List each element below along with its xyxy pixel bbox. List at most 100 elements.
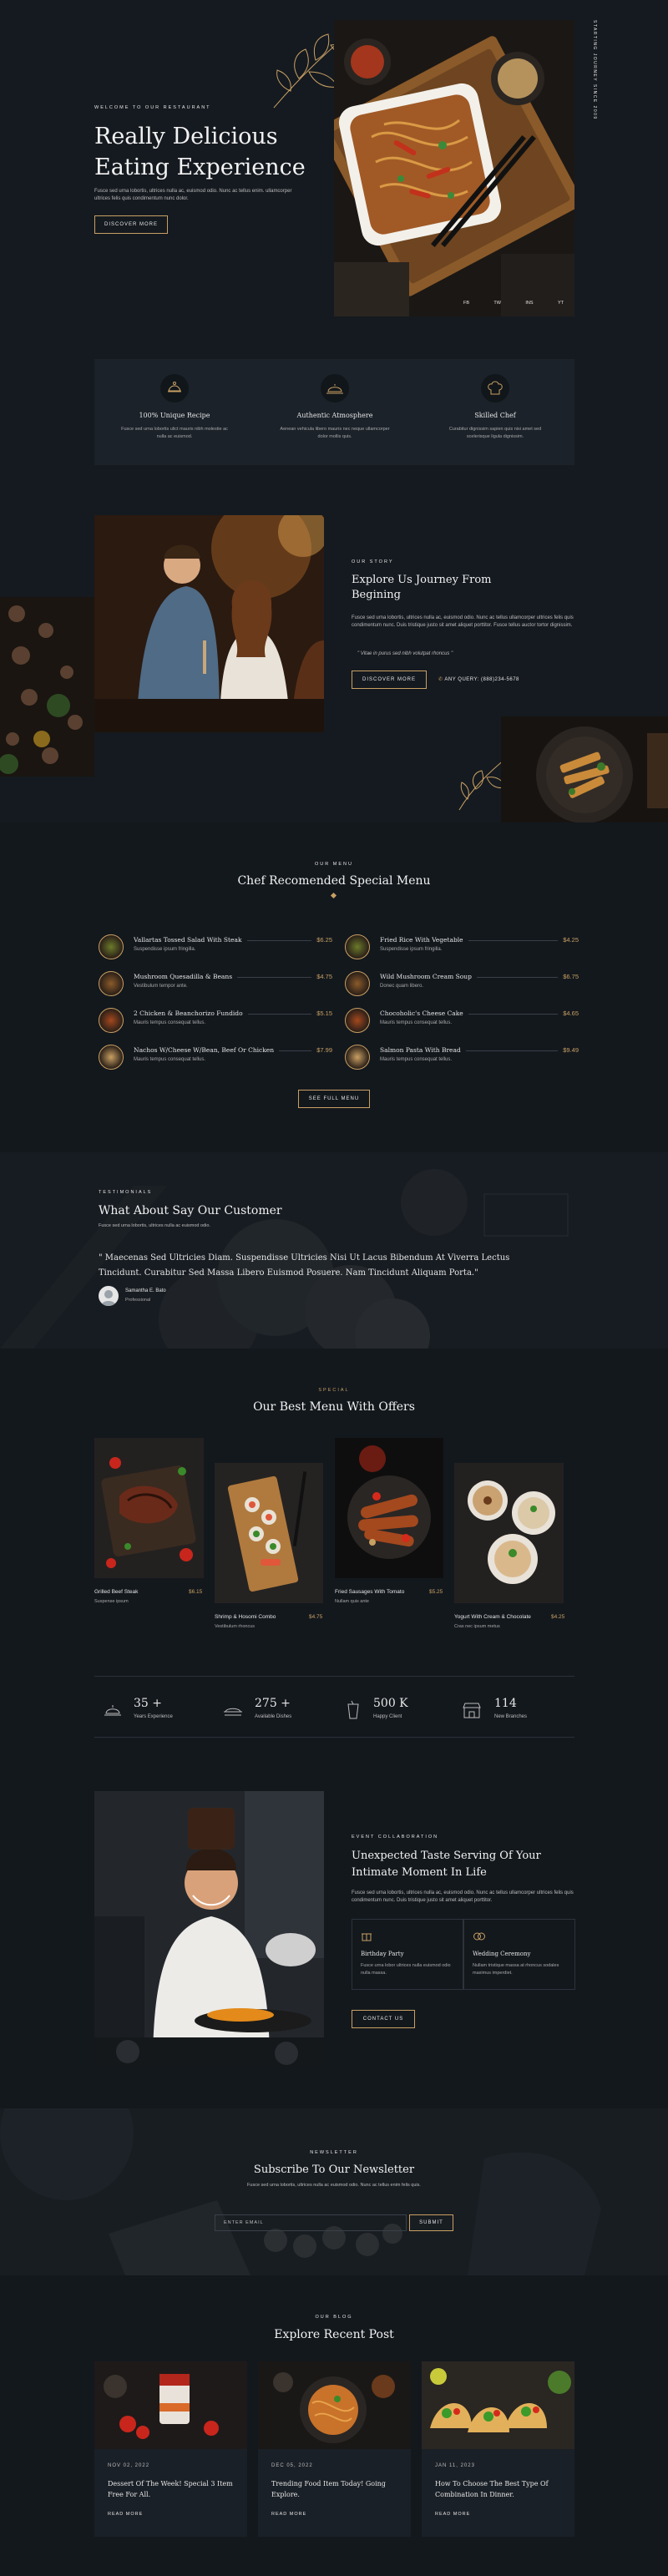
menu-item-price: $7.99 bbox=[316, 1046, 332, 1054]
stats-section: 35 + Years Experience 275 + Available Di… bbox=[0, 1666, 668, 1741]
blog-post-title[interactable]: Trending Food Item Today! Going Explore. bbox=[271, 2478, 397, 2500]
feature-title: Skilled Chef bbox=[474, 412, 516, 419]
menu-item[interactable]: Mushroom Quesadilla & Beans Vestibulum te… bbox=[99, 969, 332, 1003]
menu-item-leader-line bbox=[248, 1014, 311, 1015]
recipe-icon bbox=[160, 374, 189, 402]
event-card-wedding: Wedding Ceremony Nullam tristique massa … bbox=[463, 1919, 575, 1990]
testimonial-role: Professional bbox=[125, 1298, 151, 1303]
menu-item-leader-line bbox=[247, 940, 311, 941]
store-icon bbox=[463, 1703, 481, 1718]
offer-name-text: Grilled Beef Steak bbox=[94, 1589, 139, 1595]
menu-item-thumbnail bbox=[99, 1008, 124, 1033]
story-discover-button[interactable]: DISCOVER MORE bbox=[352, 671, 427, 689]
discover-more-button[interactable]: DISCOVER MORE bbox=[94, 215, 168, 234]
menu-item-name: Salmon Pasta With Bread bbox=[380, 1046, 461, 1054]
blog-card[interactable]: JAN 11, 2023 How To Choose The Best Type… bbox=[422, 2361, 574, 2537]
menu-item-description: Mauris tempus consequat tellus. bbox=[134, 1057, 206, 1062]
menu-item[interactable]: 2 Chicken & Beanchorizo Fundido Mauris te… bbox=[99, 1006, 332, 1040]
menu-item-price: $9.49 bbox=[563, 1046, 579, 1054]
menu-item-name: Fried Rice With Vegetable bbox=[380, 936, 463, 944]
offer-sub-text: Nullam quis ante bbox=[335, 1599, 369, 1604]
menu-item-thumbnail bbox=[345, 934, 370, 959]
offer-name-text: Shrimp & Hosomi Combo bbox=[215, 1614, 276, 1620]
phone-query[interactable]: ✆ ANY QUERY: (888)234-5678 bbox=[438, 676, 519, 682]
blog-card[interactable]: NOV 02, 2022 Dessert Of The Week! Specia… bbox=[94, 2361, 247, 2537]
event-title: Unexpected Taste Serving Of Your Intimat… bbox=[352, 1848, 541, 1881]
menu-item[interactable]: Nachos W/Cheese W/Bean, Beef Or Chicken M… bbox=[99, 1043, 332, 1076]
menu-item[interactable]: Fried Rice With Vegetable Suspendisse ips… bbox=[345, 933, 579, 966]
newsletter-section: NEWSLETTER Subscribe To Our Newsletter F… bbox=[0, 2108, 668, 2275]
menu-item-price: $6.75 bbox=[563, 973, 579, 980]
submit-button[interactable]: SUBMIT bbox=[409, 2214, 453, 2231]
social-link-facebook[interactable]: FB bbox=[463, 301, 469, 306]
offer-sub-text: Suspense ipsum bbox=[94, 1599, 129, 1604]
stat-label: Happy Client bbox=[373, 1714, 402, 1719]
menu-item-thumbnail bbox=[99, 1045, 124, 1070]
menu-item-leader-line bbox=[279, 1050, 311, 1051]
rings-icon bbox=[473, 1930, 486, 1946]
stat-label: Years Experience bbox=[134, 1714, 173, 1719]
blog-post-title[interactable]: How To Choose The Best Type Of Combinati… bbox=[435, 2478, 560, 2500]
offers-title: Our Best Menu With Offers bbox=[253, 1400, 415, 1414]
blog-post-title[interactable]: Dessert Of The Week! Special 3 Item Free… bbox=[108, 2478, 233, 2500]
avatar bbox=[99, 1286, 119, 1306]
blog-image-pasta bbox=[258, 2361, 411, 2449]
blog-image-dessert bbox=[94, 2361, 247, 2449]
offer-image-sausages bbox=[335, 1438, 443, 1578]
feature-description: Aenean vehicula libero mauris nec neque … bbox=[280, 427, 390, 439]
event-card-title: Birthday Party bbox=[361, 1951, 404, 1957]
menu-title: Chef Recomended Special Menu bbox=[237, 874, 431, 888]
menu-item-description: Mauris tempus consequat tellus. bbox=[380, 1057, 453, 1062]
cloche-icon bbox=[321, 374, 349, 402]
social-link-twitter[interactable]: TW bbox=[493, 301, 501, 306]
menu-item[interactable]: Wild Mushroom Cream Soup Donec quam liber… bbox=[345, 969, 579, 1003]
menu-item-leader-line bbox=[468, 940, 558, 941]
offer-price-text: $4.75 bbox=[309, 1614, 323, 1620]
chef-hat-icon bbox=[481, 374, 509, 402]
offer-price-text: $4.25 bbox=[551, 1614, 565, 1620]
social-link-instagram[interactable]: INS bbox=[525, 301, 533, 306]
story-title-line1: Explore Us Journey From bbox=[352, 574, 492, 586]
blog-date: NOV 02, 2022 bbox=[108, 2463, 150, 2468]
social-links: FB TW INS YT bbox=[463, 301, 564, 306]
menu-eyebrow: OUR MENU bbox=[315, 862, 353, 867]
event-card-title: Wedding Ceremony bbox=[473, 1951, 531, 1957]
stat-number: 114 bbox=[494, 1697, 517, 1710]
title-divider-icon bbox=[330, 892, 337, 899]
feature-title: 100% Unique Recipe bbox=[139, 412, 210, 419]
email-field[interactable]: ENTER EMAIL bbox=[215, 2214, 407, 2231]
menu-item-description: Mauris tempus consequat tellus. bbox=[134, 1020, 206, 1025]
event-title-line2: Intimate Moment In Life bbox=[352, 1866, 487, 1879]
menu-item-leader-line bbox=[466, 1050, 558, 1051]
story-description: Fusce sed urna lobortis, ultrices nulla … bbox=[352, 615, 574, 628]
blog-card[interactable]: DEC 05, 2022 Trending Food Item Today! G… bbox=[258, 2361, 411, 2537]
menu-item[interactable]: Salmon Pasta With Bread Mauris tempus con… bbox=[345, 1043, 579, 1076]
offer-name-text: Fried Sausages With Tomato bbox=[335, 1589, 405, 1595]
read-more-link[interactable]: READ MORE bbox=[108, 2512, 143, 2517]
menu-item[interactable]: Chocoholic's Cheese Cake Mauris tempus co… bbox=[345, 1006, 579, 1040]
hero-title: Really Delicious Eating Experience bbox=[94, 121, 306, 183]
newsletter-eyebrow: NEWSLETTER bbox=[310, 2150, 358, 2155]
menu-item-leader-line bbox=[477, 977, 558, 978]
event-title-line1: Unexpected Taste Serving Of Your bbox=[352, 1850, 541, 1862]
menu-item-thumbnail bbox=[345, 1008, 370, 1033]
offer-sub-text: Cras nec ipsum metus bbox=[454, 1624, 500, 1629]
story-section: OUR STORY Explore Us Journey From Begini… bbox=[0, 493, 668, 822]
feature-card: 100% Unique Recipe Fusce sed urna lobort… bbox=[94, 359, 255, 465]
social-link-youtube[interactable]: YT bbox=[558, 301, 564, 306]
fries-plate-image bbox=[501, 716, 668, 822]
blog-section: OUR BLOG Explore Recent Post NOV 02, 202… bbox=[0, 2275, 668, 2576]
stat-number: 35 + bbox=[134, 1697, 162, 1710]
menu-item-price: $5.15 bbox=[316, 1010, 332, 1017]
menu-item-thumbnail bbox=[345, 1045, 370, 1070]
testimonial-description: Fusce sed urna lobortis, ultrices nulla … bbox=[99, 1223, 210, 1228]
read-more-link[interactable]: READ MORE bbox=[271, 2512, 306, 2517]
read-more-link[interactable]: READ MORE bbox=[435, 2512, 470, 2517]
see-full-menu-button[interactable]: SEE FULL MENU bbox=[298, 1090, 370, 1108]
offer-image-yogurt bbox=[454, 1463, 564, 1603]
menu-item-price: $4.75 bbox=[316, 973, 332, 980]
menu-item[interactable]: Vallartas Tossed Salad With Steak Suspend… bbox=[99, 933, 332, 966]
menu-item-name: 2 Chicken & Beanchorizo Fundido bbox=[134, 1010, 243, 1017]
stats-top-divider bbox=[94, 1676, 574, 1677]
contact-us-button[interactable]: CONTACT US bbox=[352, 2010, 415, 2028]
